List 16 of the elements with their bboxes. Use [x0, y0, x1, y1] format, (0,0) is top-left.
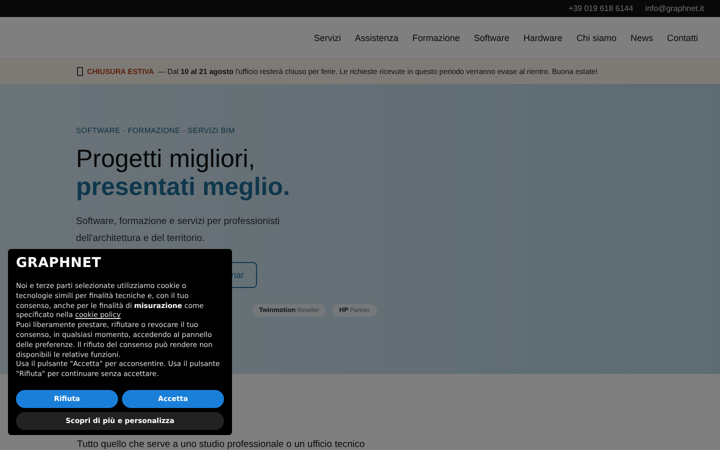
- logo: GRAPHNET: [16, 256, 102, 270]
- nav-link[interactable]: Servizi: [314, 32, 341, 42]
- nav-link[interactable]: News: [630, 32, 653, 42]
- nav-link[interactable]: Chi siamo: [576, 32, 616, 42]
- phone-number[interactable]: +39 019 618 6144: [568, 4, 634, 13]
- nav-link[interactable]: Hardware: [523, 32, 562, 42]
- nav-link[interactable]: Contatti: [666, 32, 698, 42]
- hero-title: Progetti migliori,: [76, 145, 256, 173]
- hero-subtitle: Software, formazione e servizi per professionisti dell'architettura e del territorio.: [76, 215, 281, 246]
- email-link[interactable]: info@graphnet.it: [645, 4, 704, 13]
- nav-link[interactable]: Software: [474, 32, 510, 42]
- hero-title-accent: presentati meglio.: [76, 173, 291, 201]
- box-icon: [77, 67, 83, 76]
- section-intro: Tutto quello che serve a uno studio professionale o un ufficio tecnico: [77, 439, 366, 450]
- nav-link[interactable]: Assistenza: [354, 32, 398, 42]
- nav-link[interactable]: Formazione: [412, 32, 460, 42]
